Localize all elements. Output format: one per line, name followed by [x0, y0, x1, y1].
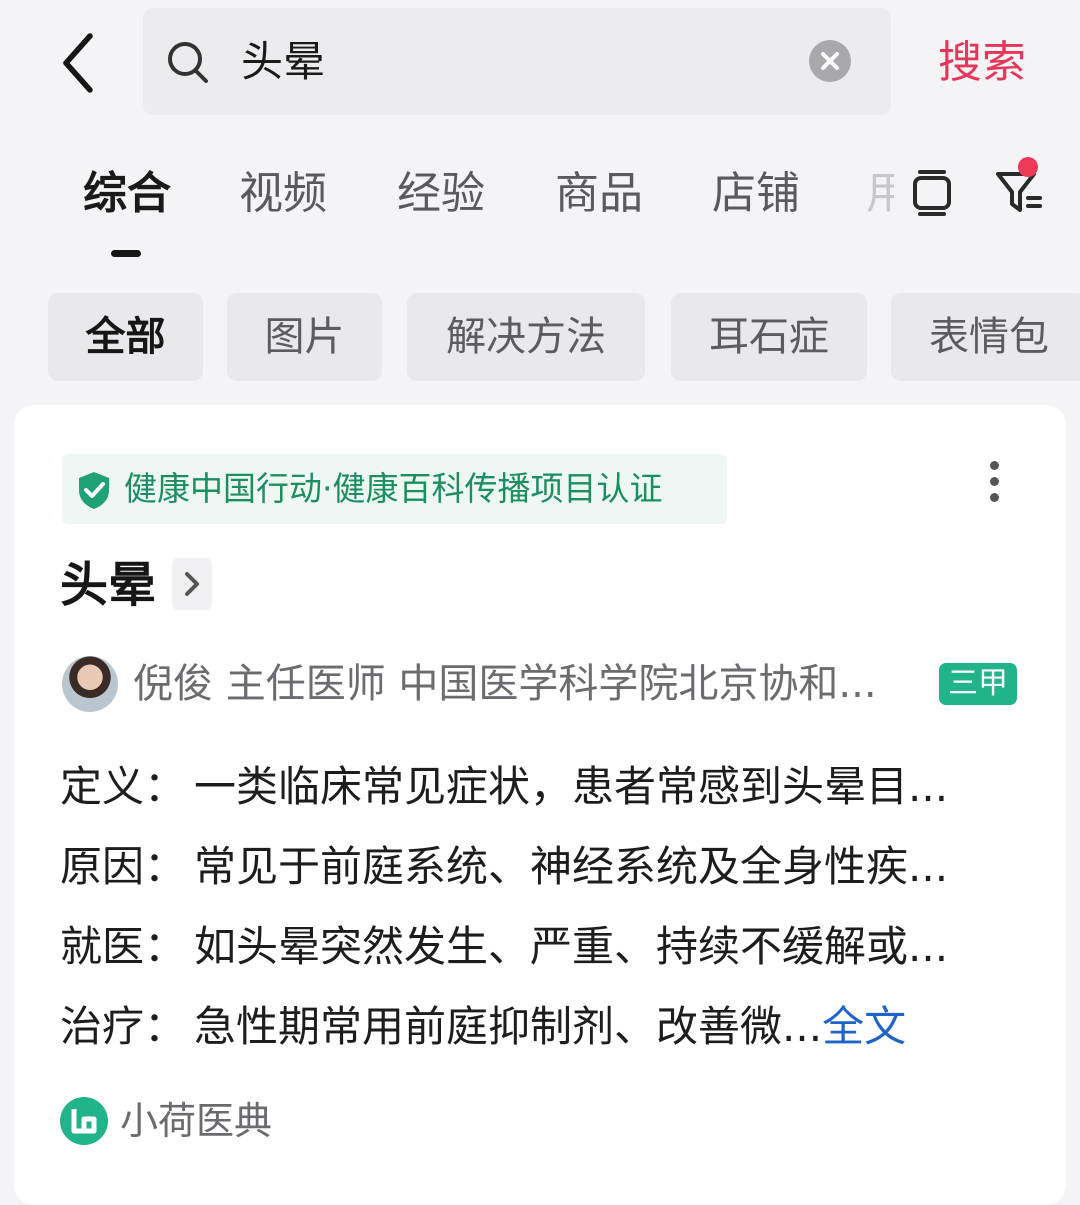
- search-icon: [165, 38, 213, 86]
- medical-visit-row: 就医： 如头晕突然发生、严重、持续不缓解或...: [60, 919, 948, 975]
- tab-comprehensive[interactable]: 综合: [83, 168, 171, 220]
- search-button[interactable]: 搜索: [938, 36, 1026, 90]
- tab-products[interactable]: 商品: [555, 168, 643, 220]
- row-label: 定义：: [60, 762, 187, 811]
- chip-otolithiasis[interactable]: 耳石症: [671, 293, 867, 381]
- tab-video[interactable]: 视频: [239, 168, 327, 220]
- tab-partial[interactable]: 用: [866, 168, 894, 220]
- search-query[interactable]: 头晕: [241, 38, 325, 86]
- row-text: 如头晕突然发生、严重、持续不缓解或...: [194, 922, 949, 971]
- back-arrow-icon[interactable]: [56, 28, 106, 98]
- chip-all[interactable]: 全部: [48, 293, 203, 381]
- hospital-grade-badge: 三甲: [939, 663, 1017, 705]
- search-input[interactable]: 头晕: [143, 8, 891, 115]
- row-label: 原因：: [60, 842, 187, 891]
- source-name[interactable]: 小荷医典: [120, 1097, 272, 1145]
- clear-icon[interactable]: [809, 40, 851, 82]
- doctor-info[interactable]: 倪俊 主任医师 中国医学科学院北京协和...: [133, 658, 877, 710]
- encyclopedia-card[interactable]: 健康中国行动·健康百科传播项目认证 头晕 倪俊 主任医师 中国医学科学院北京协和…: [14, 405, 1066, 1205]
- certification-text: 健康中国行动·健康百科传播项目认证: [124, 469, 663, 508]
- row-text: 急性期常用前庭抑制剂、改善微...: [194, 1002, 823, 1051]
- definition-row: 定义： 一类临床常见症状，患者常感到头晕目...: [60, 759, 948, 815]
- chip-stickers[interactable]: 表情包: [891, 293, 1080, 381]
- tab-experience[interactable]: 经验: [397, 168, 485, 220]
- source-logo-icon: [60, 1097, 108, 1145]
- row-text: 一类临床常见症状，患者常感到头晕目...: [194, 762, 949, 811]
- panel-icon[interactable]: [910, 168, 954, 218]
- treatment-row: 治疗： 急性期常用前庭抑制剂、改善微...全文: [60, 999, 906, 1055]
- chevron-right-icon[interactable]: [172, 558, 212, 610]
- tab-stores[interactable]: 店铺: [712, 168, 800, 220]
- shield-check-icon: [76, 470, 112, 510]
- full-text-link[interactable]: 全文: [822, 1002, 906, 1051]
- more-icon[interactable]: [980, 457, 1008, 507]
- row-text: 常见于前庭系统、神经系统及全身性疾...: [194, 842, 949, 891]
- doctor-avatar[interactable]: [62, 656, 118, 712]
- chip-solutions[interactable]: 解决方法: [407, 293, 645, 381]
- certification-banner: 健康中国行动·健康百科传播项目认证: [62, 454, 727, 524]
- active-tab-indicator: [111, 250, 141, 257]
- entry-title[interactable]: 头晕: [60, 555, 156, 615]
- row-label: 就医：: [60, 922, 187, 971]
- top-search-bar: 头晕 搜索: [0, 0, 1080, 130]
- row-label: 治疗：: [60, 1002, 187, 1051]
- filter-notification-dot: [1018, 157, 1038, 177]
- chip-images[interactable]: 图片: [227, 293, 382, 381]
- cause-row: 原因： 常见于前庭系统、神经系统及全身性疾...: [60, 839, 948, 895]
